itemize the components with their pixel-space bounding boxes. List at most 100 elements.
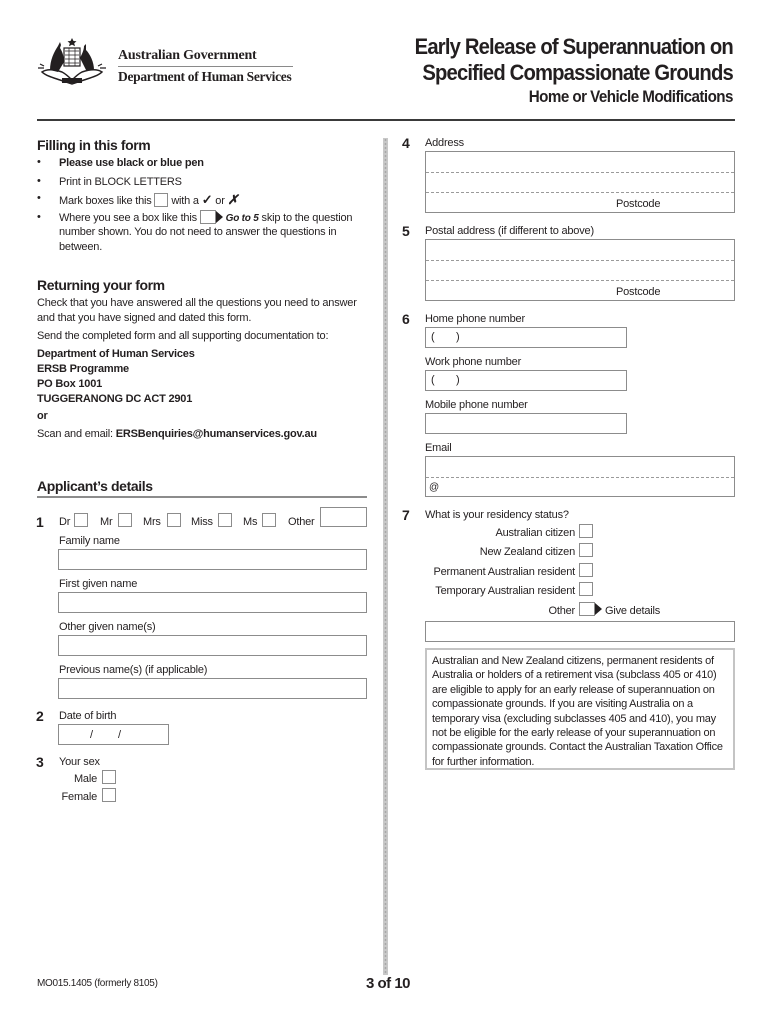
title-other-input[interactable] [320, 507, 367, 527]
instruction-block-letters: Print in BLOCK LETTERS [59, 176, 182, 188]
column-divider [383, 138, 388, 975]
bullet-icon: • [37, 211, 41, 223]
address-label: Address [425, 137, 464, 149]
applicant-heading: Applicant’s details [37, 478, 153, 494]
postal-address-label: Postal address (if different to above) [425, 225, 594, 237]
address-line-divider [426, 192, 734, 193]
instruction-mark-boxes: Mark boxes like this with a ✓ or ✗ [59, 192, 238, 209]
title-mrs-checkbox[interactable] [167, 513, 181, 527]
checkmark-icon: ✓ [201, 192, 213, 207]
form-code: MO015.1405 (formerly 8105) [37, 978, 158, 989]
postal-address-input[interactable]: Postcode [425, 239, 735, 301]
bullet-icon: • [37, 192, 41, 204]
arrow-right-icon [215, 211, 223, 223]
first-given-name-label: First given name [59, 578, 138, 590]
give-details-label: Give details [605, 605, 661, 617]
skip-text-line2: number shown. You do not need to answer … [59, 226, 337, 238]
question-number-3: 3 [36, 754, 44, 770]
work-phone-label: Work phone number [425, 356, 522, 368]
with-a-text: with a [171, 195, 199, 207]
other-given-names-input[interactable] [58, 635, 367, 656]
bullet-icon: • [37, 156, 41, 168]
or-text: or [215, 195, 225, 207]
section-rule [37, 496, 367, 498]
logo-divider [118, 66, 293, 67]
title-mr-checkbox[interactable] [118, 513, 132, 527]
work-phone-input[interactable]: ( ) [425, 370, 627, 391]
address-postcode-label: Postcode [616, 198, 661, 210]
mobile-phone-input[interactable] [425, 413, 627, 434]
or-text: or [37, 410, 48, 422]
title-dr-label: Dr [59, 516, 71, 528]
area-code-brackets: ( ) [431, 331, 460, 343]
residency-temporary-checkbox[interactable] [579, 582, 593, 596]
residency-temporary-label: Temporary Australian resident [435, 585, 575, 597]
question-number-4: 4 [402, 135, 410, 151]
email-link[interactable]: ERSBenquiries@humanservices.gov.au [116, 428, 317, 440]
date-of-birth-input[interactable]: / / [58, 724, 169, 745]
email-label: Email [425, 442, 452, 454]
title-ms-checkbox[interactable] [262, 513, 276, 527]
family-name-label: Family name [59, 535, 120, 547]
residency-australian-citizen-checkbox[interactable] [579, 524, 593, 538]
home-phone-input[interactable]: ( ) [425, 327, 627, 348]
cross-icon: ✗ [227, 192, 239, 207]
sex-female-checkbox[interactable] [102, 788, 116, 802]
residency-label: What is your residency status? [425, 509, 569, 521]
title-mr-label: Mr [100, 516, 113, 528]
residency-permanent-checkbox[interactable] [579, 563, 593, 577]
example-checkbox [154, 193, 169, 207]
family-name-input[interactable] [58, 549, 367, 570]
org-name: Australian Government [118, 48, 257, 63]
residency-info-box: Australian and New Zealand citizens, per… [425, 648, 735, 770]
skip-text-line3: between. [59, 241, 103, 253]
area-code-brackets: ( ) [431, 374, 460, 386]
scan-email-line: Scan and email: ERSBenquiries@humanservi… [37, 427, 317, 442]
mobile-phone-label: Mobile phone number [425, 399, 528, 411]
question-number-2: 2 [36, 708, 44, 724]
address-line3: PO Box 1001 [37, 378, 103, 390]
postal-line-divider [426, 260, 734, 261]
residency-other-checkbox[interactable] [579, 602, 595, 616]
header-rule [37, 119, 735, 121]
title-miss-label: Miss [191, 516, 213, 528]
sex-male-checkbox[interactable] [102, 770, 116, 784]
residency-australian-citizen-label: Australian citizen [495, 527, 575, 539]
email-input[interactable]: @ [425, 456, 735, 497]
form-subtitle: Home or Vehicle Modifications [528, 88, 734, 106]
skip-text: skip to the question [261, 212, 353, 224]
residency-other-details-input[interactable] [425, 621, 735, 642]
returning-para1-line2: and that you have signed and dated this … [37, 312, 252, 324]
sex-male-label: Male [73, 773, 97, 785]
instruction-skip: Where you see a box like this Go to 5 sk… [59, 210, 353, 226]
residency-nz-citizen-checkbox[interactable] [579, 543, 593, 557]
skip-box-text: Where you see a box like this [59, 212, 197, 224]
residency-other-label: Other [548, 605, 575, 617]
dept-name: Department of Human Services [118, 69, 292, 84]
previous-names-input[interactable] [58, 678, 367, 699]
postal-postcode-label: Postcode [616, 286, 661, 298]
question-number-6: 6 [402, 311, 410, 327]
title-miss-checkbox[interactable] [218, 513, 232, 527]
your-sex-label: Your sex [59, 756, 100, 768]
address-line4: TUGGERANONG DC ACT 2901 [37, 393, 193, 405]
at-symbol: @ [429, 482, 440, 493]
title-ms-label: Ms [243, 516, 258, 528]
previous-names-label: Previous name(s) (if applicable) [59, 664, 208, 676]
home-phone-label: Home phone number [425, 313, 525, 325]
address-line1: Department of Human Services [37, 348, 195, 360]
question-number-7: 7 [402, 507, 410, 523]
question-number-1: 1 [36, 514, 44, 530]
returning-para1-line1: Check that you have answered all the que… [37, 297, 357, 309]
date-separator: / [118, 729, 122, 741]
mark-boxes-text: Mark boxes like this [59, 195, 152, 207]
address-line-divider [426, 172, 734, 173]
residency-nz-citizen-label: New Zealand citizen [479, 546, 575, 558]
instruction-pen: Please use black or blue pen [59, 157, 204, 169]
date-separator: / [90, 729, 94, 741]
address-line2: ERSB Programme [37, 363, 129, 375]
title-dr-checkbox[interactable] [74, 513, 88, 527]
address-input[interactable]: Postcode [425, 151, 735, 213]
first-given-name-input[interactable] [58, 592, 367, 613]
example-skip-checkbox [199, 210, 216, 224]
